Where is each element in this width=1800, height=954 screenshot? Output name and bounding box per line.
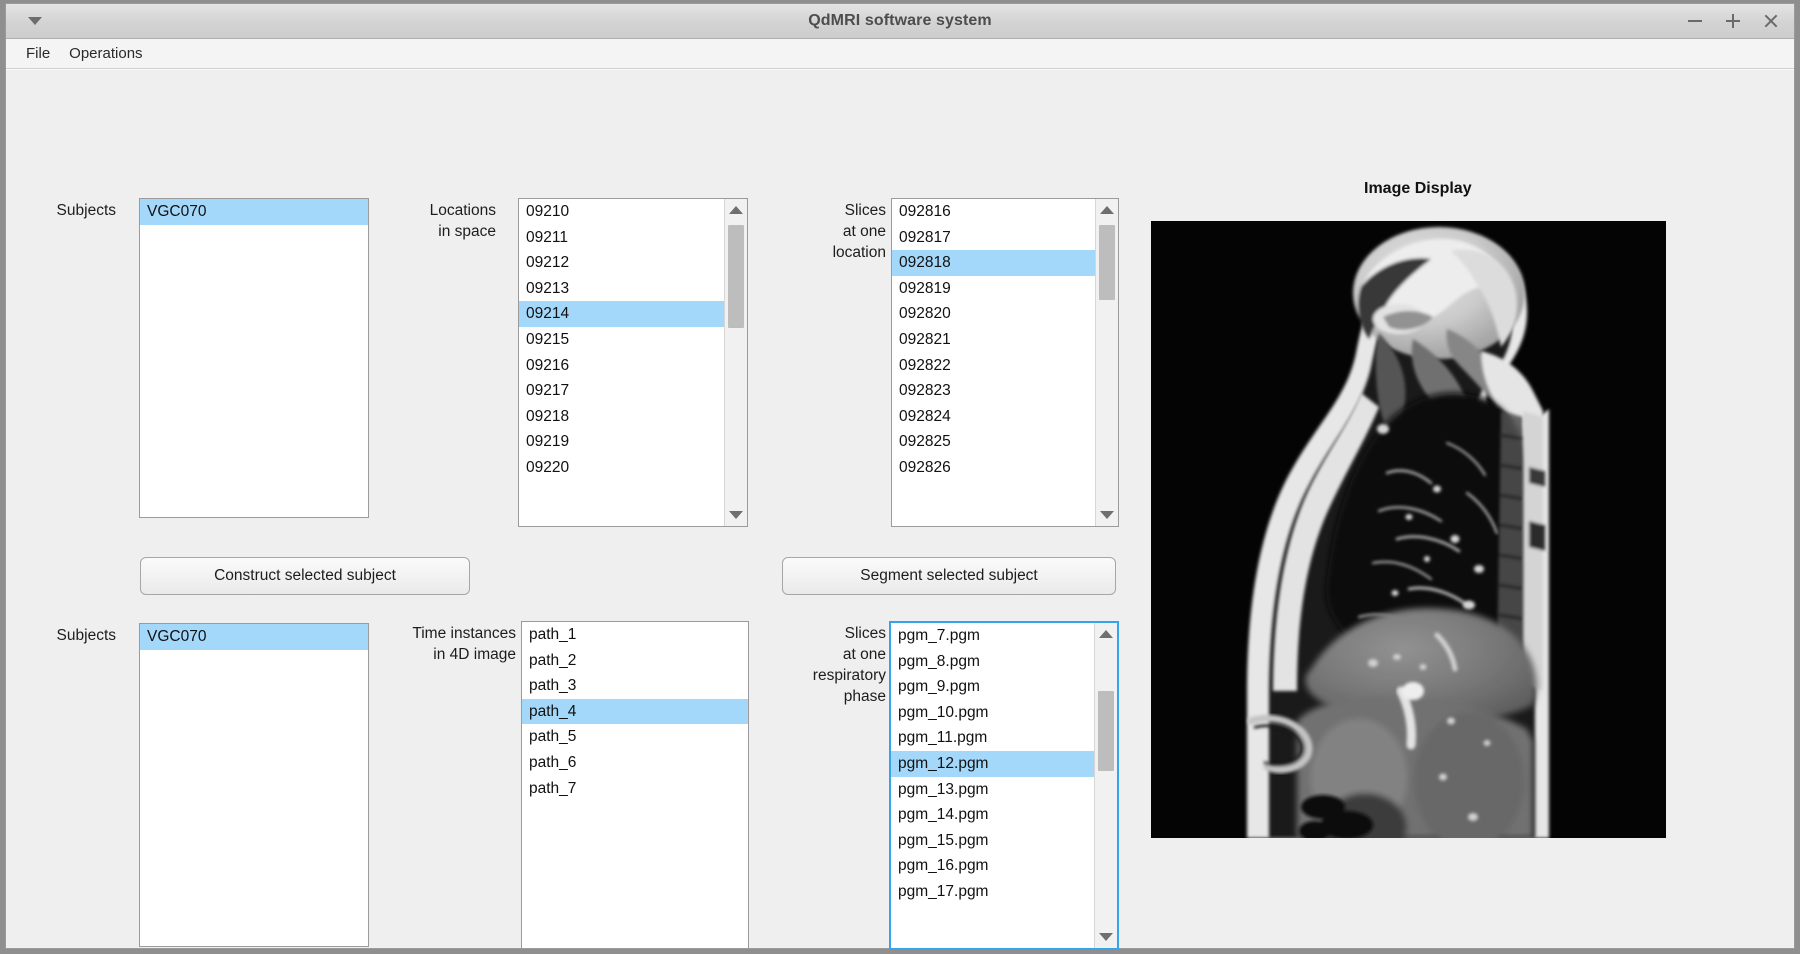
list-item[interactable]: pgm_8.pgm: [891, 649, 1094, 675]
title-bar: QdMRI software system: [6, 4, 1794, 39]
list-item[interactable]: 09218: [519, 404, 724, 430]
list-item[interactable]: 092817: [892, 225, 1095, 251]
locations-scrollbar[interactable]: [724, 199, 747, 526]
time-instances-label: Time instances in 4D image: [412, 625, 516, 663]
list-item[interactable]: 09212: [519, 250, 724, 276]
locations-listbox[interactable]: 09210 09211 09212 09213 09214 09215 0921…: [518, 198, 748, 527]
slices-at-phase-items: pgm_7.pgm pgm_8.pgm pgm_9.pgm pgm_10.pgm…: [891, 623, 1094, 948]
list-item[interactable]: 09214: [519, 301, 724, 327]
time-instances-listbox[interactable]: path_1 path_2 path_3 path_4 path_5 path_…: [521, 621, 749, 949]
subjects-top-listbox[interactable]: VGC070: [139, 198, 369, 518]
time-instances-items: path_1 path_2 path_3 path_4 path_5 path_…: [522, 622, 748, 948]
scrollbar-thumb[interactable]: [1098, 691, 1114, 771]
window-controls: [1686, 4, 1780, 38]
locations-label: Locations in space: [429, 202, 496, 240]
mri-slice-image: [1151, 221, 1666, 838]
list-item[interactable]: 09219: [519, 429, 724, 455]
list-item[interactable]: 09217: [519, 378, 724, 404]
locations-items: 09210 09211 09212 09213 09214 09215 0921…: [519, 199, 724, 526]
menu-item-file[interactable]: File: [18, 42, 58, 65]
list-item[interactable]: 092819: [892, 276, 1095, 302]
subjects-bottom-label: Subjects: [56, 627, 116, 644]
list-item[interactable]: 09220: [519, 455, 724, 481]
list-item[interactable]: path_3: [522, 673, 748, 699]
list-item[interactable]: 092816: [892, 199, 1095, 225]
application-window: QdMRI software system File Operations Su…: [5, 3, 1795, 950]
construct-selected-subject-button[interactable]: Construct selected subject: [140, 557, 470, 595]
list-item[interactable]: 092821: [892, 327, 1095, 353]
scrollbar-thumb[interactable]: [728, 225, 744, 328]
minimize-button[interactable]: [1686, 12, 1704, 30]
scroll-down-arrow-icon[interactable]: [725, 506, 747, 524]
list-item[interactable]: 092824: [892, 404, 1095, 430]
list-item[interactable]: VGC070: [140, 624, 368, 650]
slices-at-phase-label: Slices at one respiratory phase: [812, 625, 886, 705]
scroll-up-arrow-icon[interactable]: [1096, 201, 1118, 219]
list-item[interactable]: path_4: [522, 698, 748, 725]
list-item[interactable]: path_2: [522, 648, 748, 674]
slices-at-location-label: Slices at one location: [832, 202, 886, 261]
subjects-bottom-listbox[interactable]: VGC070: [139, 623, 369, 947]
list-item[interactable]: pgm_13.pgm: [891, 777, 1094, 803]
scroll-up-arrow-icon[interactable]: [1095, 625, 1117, 643]
list-item[interactable]: pgm_9.pgm: [891, 674, 1094, 700]
slices-at-location-scrollbar[interactable]: [1095, 199, 1118, 526]
list-item[interactable]: 092825: [892, 429, 1095, 455]
main-content: Subjects VGC070 Locations in space 09210…: [6, 69, 1794, 950]
list-item[interactable]: pgm_16.pgm: [891, 853, 1094, 879]
list-item[interactable]: 092823: [892, 378, 1095, 404]
scroll-down-arrow-icon[interactable]: [1095, 928, 1117, 946]
maximize-button[interactable]: [1724, 12, 1742, 30]
image-display-canvas[interactable]: [1151, 221, 1666, 838]
list-item[interactable]: 092826: [892, 455, 1095, 481]
list-item[interactable]: pgm_12.pgm: [891, 750, 1094, 777]
list-item[interactable]: VGC070: [140, 199, 368, 225]
slices-at-location-listbox[interactable]: 092816 092817 092818 092819 092820 09282…: [891, 198, 1119, 527]
subjects-bottom-items: VGC070: [140, 624, 368, 946]
close-button[interactable]: [1762, 12, 1780, 30]
window-menu-caret-icon[interactable]: [28, 17, 42, 25]
segment-selected-subject-button[interactable]: Segment selected subject: [782, 557, 1116, 595]
window-title: QdMRI software system: [808, 12, 992, 29]
list-item[interactable]: 09213: [519, 276, 724, 302]
list-item[interactable]: 092822: [892, 353, 1095, 379]
list-item[interactable]: path_6: [522, 750, 748, 776]
list-item[interactable]: pgm_7.pgm: [891, 623, 1094, 649]
image-display-title: Image Display: [1364, 180, 1472, 197]
list-item[interactable]: pgm_15.pgm: [891, 828, 1094, 854]
scroll-down-arrow-icon[interactable]: [1096, 506, 1118, 524]
scroll-up-arrow-icon[interactable]: [725, 201, 747, 219]
list-item[interactable]: 09211: [519, 225, 724, 251]
list-item[interactable]: 09210: [519, 199, 724, 225]
menu-bar: File Operations: [6, 39, 1794, 69]
list-item[interactable]: pgm_11.pgm: [891, 725, 1094, 751]
list-item[interactable]: path_7: [522, 776, 748, 802]
slices-at-phase-listbox[interactable]: pgm_7.pgm pgm_8.pgm pgm_9.pgm pgm_10.pgm…: [889, 621, 1119, 950]
subjects-top-label: Subjects: [56, 202, 116, 219]
subjects-top-items: VGC070: [140, 199, 368, 517]
slices-at-phase-scrollbar[interactable]: [1094, 623, 1117, 948]
list-item[interactable]: 09216: [519, 353, 724, 379]
list-item[interactable]: pgm_10.pgm: [891, 700, 1094, 726]
list-item[interactable]: pgm_17.pgm: [891, 879, 1094, 905]
list-item[interactable]: 092820: [892, 301, 1095, 327]
list-item[interactable]: 09215: [519, 327, 724, 353]
scrollbar-thumb[interactable]: [1099, 225, 1115, 300]
list-item[interactable]: 092818: [892, 250, 1095, 276]
list-item[interactable]: pgm_14.pgm: [891, 802, 1094, 828]
menu-item-operations[interactable]: Operations: [61, 42, 150, 65]
slices-at-location-items: 092816 092817 092818 092819 092820 09282…: [892, 199, 1095, 526]
list-item[interactable]: path_5: [522, 724, 748, 750]
list-item[interactable]: path_1: [522, 622, 748, 648]
